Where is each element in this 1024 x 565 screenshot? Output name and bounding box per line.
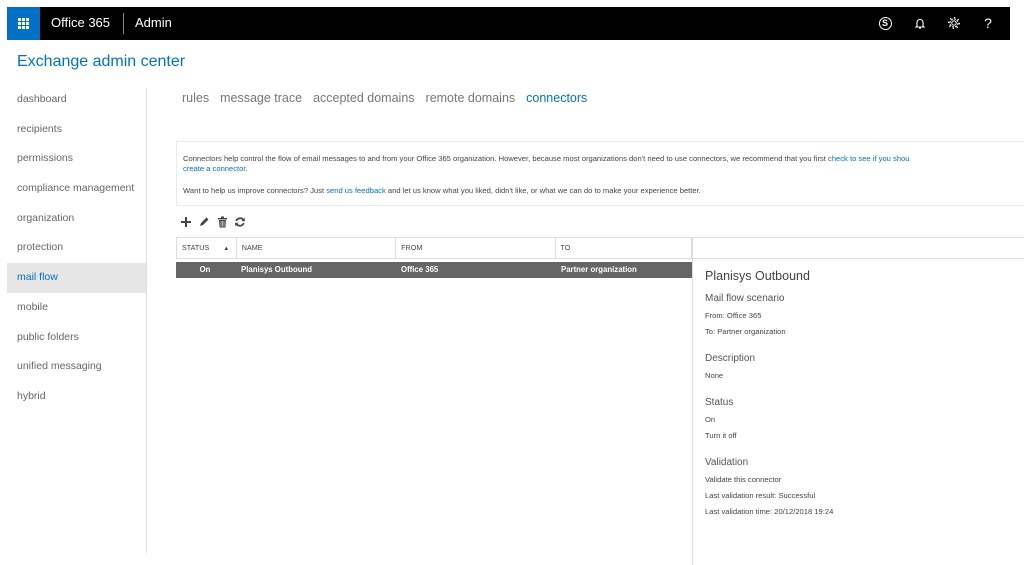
validate-connector-link[interactable]: Validate this connector bbox=[705, 475, 1024, 484]
column-header-status[interactable]: STATUS ▲ bbox=[177, 238, 237, 258]
top-navigation-bar: Office 365 Admin S ? bbox=[7, 7, 1010, 40]
app-launcher-button[interactable] bbox=[7, 7, 40, 40]
scenario-to: To: Partner organization bbox=[705, 327, 786, 336]
notifications-button[interactable] bbox=[911, 14, 929, 32]
feedback-text-pre: Want to help us improve connectors? Just bbox=[183, 186, 327, 195]
column-header-from[interactable]: FROM bbox=[396, 238, 556, 258]
nav-item-permissions[interactable]: permissions bbox=[7, 144, 146, 174]
tab-accepted-domains[interactable]: accepted domains bbox=[313, 91, 414, 105]
nav-item-compliance-management[interactable]: compliance management bbox=[7, 174, 146, 204]
last-validation-result: Last validation result: Successful bbox=[705, 491, 816, 500]
table-row[interactable]: On Planisys Outbound Office 365 Partner … bbox=[176, 262, 692, 278]
delete-button[interactable] bbox=[214, 214, 230, 230]
edit-button[interactable] bbox=[196, 214, 212, 230]
skype-icon: S bbox=[878, 16, 892, 30]
check-connector-link[interactable]: check to see if you shou bbox=[828, 154, 909, 163]
nav-item-public-folders[interactable]: public folders bbox=[7, 323, 146, 353]
info-line-2: create a connector. bbox=[183, 164, 1024, 173]
feedback-text-post: and let us know what you liked, didn't l… bbox=[385, 186, 701, 195]
description-value: None bbox=[705, 371, 724, 380]
sort-ascending-icon: ▲ bbox=[223, 246, 230, 252]
column-header-name[interactable]: NAME bbox=[237, 238, 397, 258]
add-icon bbox=[181, 217, 191, 227]
waffle-icon bbox=[18, 18, 29, 29]
details-title: Planisys Outbound bbox=[705, 269, 810, 283]
send-feedback-link[interactable]: send us feedback bbox=[326, 186, 386, 195]
tab-message-trace[interactable]: message trace bbox=[220, 91, 302, 105]
create-connector-link[interactable]: create a connector. bbox=[183, 164, 248, 173]
add-button[interactable] bbox=[178, 214, 194, 230]
validation-heading: Validation bbox=[705, 457, 749, 468]
info-line-3: Want to help us improve connectors? Just… bbox=[183, 186, 1024, 195]
cell-from: Office 365 bbox=[401, 265, 439, 274]
gear-icon bbox=[947, 16, 961, 30]
cell-to: Partner organization bbox=[561, 265, 637, 274]
app-title[interactable]: Office 365 bbox=[51, 15, 110, 30]
nav-item-unified-messaging[interactable]: unified messaging bbox=[7, 352, 146, 382]
tab-rules[interactable]: rules bbox=[182, 91, 209, 105]
navigation-divider bbox=[146, 88, 147, 553]
delete-icon bbox=[217, 216, 227, 228]
app-subtitle: Admin bbox=[135, 15, 172, 30]
connectors-table: STATUS ▲ NAME FROM TO On Planisys Outboun… bbox=[176, 237, 692, 278]
connectors-info-box: Connectors help control the flow of emai… bbox=[176, 141, 1024, 206]
bell-icon bbox=[914, 18, 926, 29]
help-icon: ? bbox=[984, 15, 992, 31]
refresh-button[interactable] bbox=[232, 214, 248, 230]
page-title: Exchange admin center bbox=[17, 53, 186, 70]
title-divider bbox=[123, 13, 124, 34]
scenario-from: From: Office 365 bbox=[705, 311, 762, 320]
table-header: STATUS ▲ NAME FROM TO bbox=[176, 237, 692, 259]
turn-off-link[interactable]: Turn it off bbox=[705, 431, 1024, 440]
status-heading: Status bbox=[705, 397, 734, 408]
nav-item-protection[interactable]: protection bbox=[7, 233, 146, 263]
edit-icon bbox=[200, 217, 209, 226]
tab-connectors[interactable]: connectors bbox=[526, 91, 587, 105]
connector-details-pane: Planisys Outbound Mail flow scenario Fro… bbox=[692, 237, 1024, 565]
nav-item-dashboard[interactable]: dashboard bbox=[7, 85, 146, 115]
description-heading: Description bbox=[705, 353, 756, 364]
sub-navigation-tabs: rules message trace accepted domains rem… bbox=[182, 91, 598, 105]
nav-item-organization[interactable]: organization bbox=[7, 204, 146, 234]
connector-toolbar bbox=[178, 214, 250, 230]
nav-item-hybrid[interactable]: hybrid bbox=[7, 382, 146, 412]
cell-name: Planisys Outbound bbox=[241, 265, 313, 274]
refresh-icon bbox=[235, 217, 245, 227]
nav-item-mail-flow[interactable]: mail flow bbox=[7, 263, 146, 293]
left-navigation: dashboard recipients permissions complia… bbox=[7, 85, 146, 412]
info-text: Connectors help control the flow of emai… bbox=[183, 154, 829, 163]
column-header-to[interactable]: TO bbox=[556, 238, 691, 258]
status-value: On bbox=[705, 415, 716, 424]
skype-button[interactable]: S bbox=[876, 14, 894, 32]
cell-status: On bbox=[199, 265, 211, 274]
nav-item-mobile[interactable]: mobile bbox=[7, 293, 146, 323]
mail-flow-scenario-heading: Mail flow scenario bbox=[705, 293, 785, 304]
tab-remote-domains[interactable]: remote domains bbox=[426, 91, 516, 105]
settings-button[interactable] bbox=[945, 14, 963, 32]
nav-item-recipients[interactable]: recipients bbox=[7, 115, 146, 145]
last-validation-time: Last validation time: 20/12/2018 19:24 bbox=[705, 507, 834, 516]
info-line-1: Connectors help control the flow of emai… bbox=[183, 154, 1024, 163]
help-button[interactable]: ? bbox=[979, 14, 997, 32]
details-header-bar bbox=[693, 237, 1024, 259]
